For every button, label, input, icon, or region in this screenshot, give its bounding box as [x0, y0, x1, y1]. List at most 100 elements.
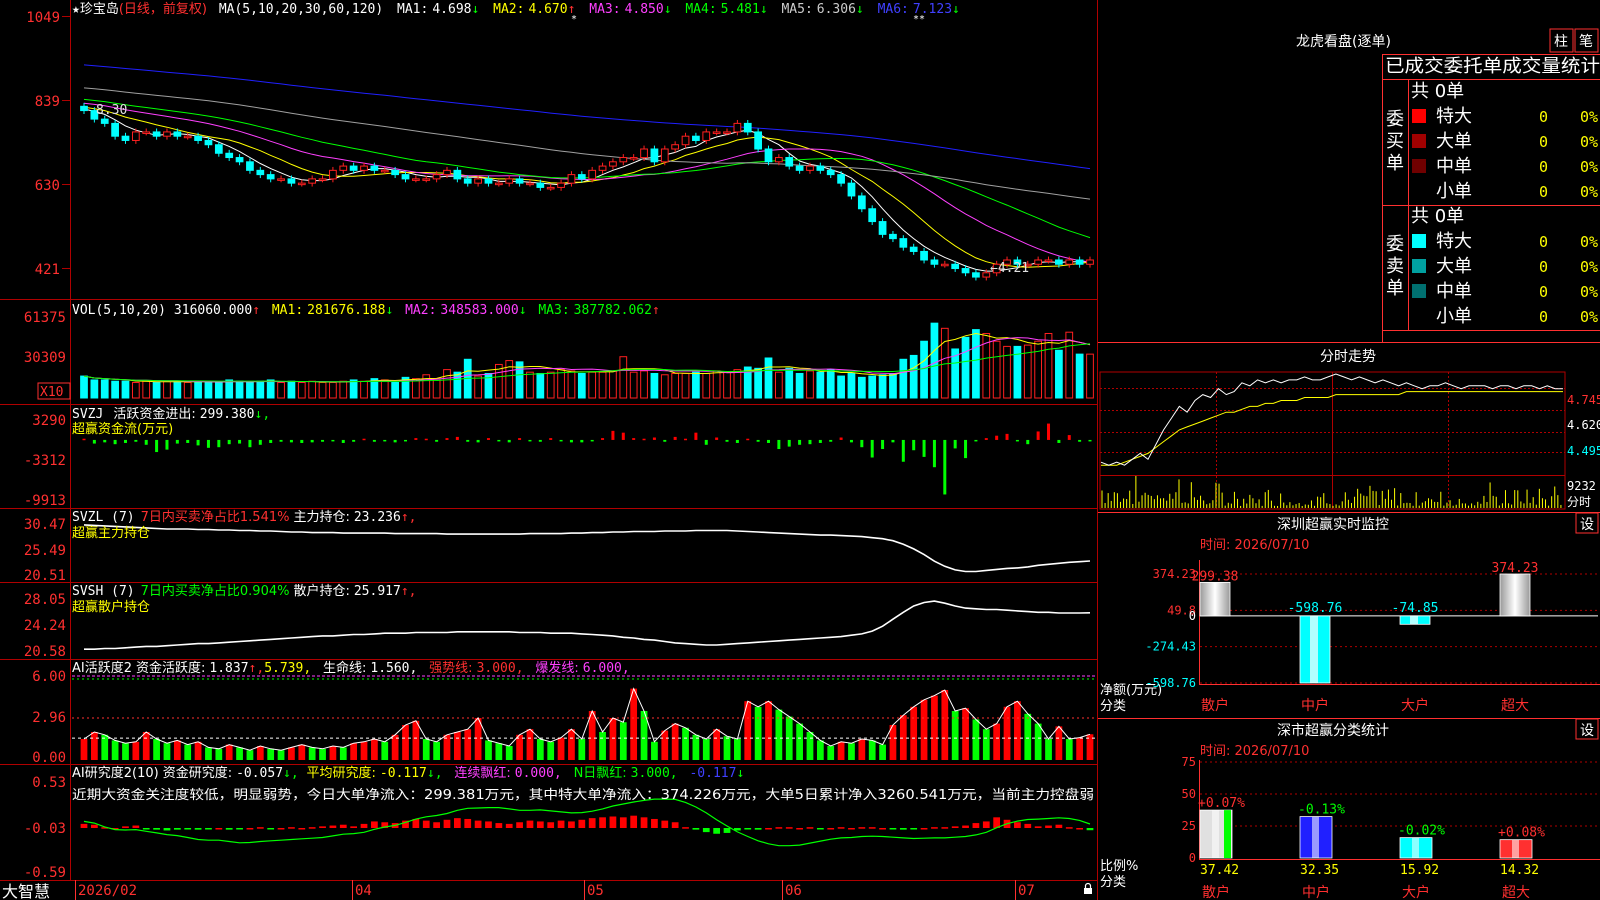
research-tick: -0.59	[24, 865, 66, 881]
candle-up	[380, 169, 389, 173]
outflow-bar	[103, 439, 107, 443]
row-pct: 0%	[1580, 283, 1598, 301]
outflow-bar	[269, 439, 273, 443]
research-bar	[1055, 824, 1063, 828]
research-bar	[495, 823, 503, 828]
classify-bar-chart: 75 50 25 0 +0.07% 37.42 散户 -0.13% 32.35 中户 -0.02% 1…	[1182, 755, 1598, 900]
outflow-bar	[974, 439, 978, 442]
ai-research-panel[interactable]: 0.53 -0.03 -0.59 AI研究度2(10) 资金研究度: -0.057↓…	[24, 765, 1094, 881]
research-bar	[485, 821, 492, 828]
inflow-bar	[601, 438, 605, 440]
candle-down	[930, 259, 939, 265]
period-label[interactable]: (日线，前复权)	[119, 1, 207, 17]
row-pct: 0%	[1580, 158, 1598, 176]
activity-bar	[899, 715, 907, 760]
row-count: 0	[1539, 108, 1548, 126]
svzl-header: SVZL (7) 7日内买卖净占比1.541% 主力持仓: 23.236↑,	[72, 509, 416, 525]
candle-up	[329, 169, 337, 180]
volume-bar-down	[868, 375, 877, 399]
intraday-panel[interactable]: 分时走势 4.745 4.620 4.495 9232 分时	[1098, 342, 1600, 510]
intraday-vol-label: 9232	[1567, 479, 1596, 493]
ai-label3: 生命线:	[323, 660, 366, 676]
outflow-bar	[912, 439, 916, 451]
research-bar	[173, 828, 181, 830]
volume-bar-up	[1034, 340, 1043, 399]
research-bar	[941, 827, 949, 829]
volume-bar-down	[391, 382, 400, 399]
research-bar	[464, 818, 472, 828]
classify-tick: 75	[1182, 755, 1196, 769]
sell-side-label: 委卖单	[1386, 234, 1404, 299]
row-pct: 0%	[1580, 233, 1598, 251]
dragon-title: 龙虎看盘(逐单)	[1296, 33, 1391, 50]
star-icon[interactable]: ★	[72, 2, 80, 17]
volume-bar-up	[1003, 345, 1011, 399]
vol-ma2-value: 348583.000	[440, 303, 518, 318]
research-bar	[816, 828, 824, 830]
candle-up	[360, 165, 368, 171]
monitor-panel[interactable]: 深圳超赢实时监控 设 时间: 2026/07/10 374.2349.80-27…	[1098, 512, 1600, 715]
research-name: AI研究度2(10)	[72, 765, 159, 781]
outflow-bar	[580, 439, 584, 443]
volume-bar-up	[567, 370, 576, 399]
dragon-tabs[interactable]: 已成交委托单成交量统计	[1385, 56, 1600, 77]
lock-icon[interactable]	[1084, 882, 1092, 895]
volume-bar-down	[837, 375, 845, 399]
svsh-tick: 24.24	[24, 618, 66, 634]
research-bar	[153, 828, 160, 830]
candle-up	[1086, 259, 1094, 265]
activity-bar	[163, 743, 171, 760]
candle-down	[577, 174, 586, 180]
outflow-bar	[165, 439, 169, 450]
classify-tick: 0	[1189, 851, 1196, 865]
svzl-panel[interactable]: 30.47 25.49 20.51 SVZL (7) 7日内买卖净占比1.541%…	[24, 509, 1091, 584]
research-bar	[505, 823, 513, 828]
candle-down	[1055, 259, 1063, 265]
brand-logo[interactable]: 大智慧	[2, 882, 50, 900]
volume-bar-down	[754, 367, 762, 399]
volume-ma-lines	[83, 332, 1091, 383]
activity-bar	[122, 743, 129, 760]
dragon-panel[interactable]: 龙虎看盘(逐单) 柱 笔 已成交委托单成交量统计 委买单 委卖单 共 0单 共 …	[1296, 28, 1600, 342]
svzl-tick: 30.47	[24, 517, 66, 533]
ma-line-ma3	[83, 102, 1091, 263]
research-bar	[920, 828, 928, 830]
research-bar	[516, 822, 523, 828]
inflow-bar	[715, 437, 719, 440]
activity-bar	[91, 732, 98, 760]
svsh-panel[interactable]: 28.05 24.24 20.58 SVSH (7) 7日内买卖净占比0.904%…	[24, 583, 1091, 660]
ai-activity-panel[interactable]: 6.00 2.96 0.00 AI活跃度2 资金活跃度: 1.837↑,5.739,…	[32, 660, 1095, 766]
candle-down	[692, 135, 700, 141]
outflow-bar	[777, 439, 781, 450]
research-bar	[205, 828, 212, 830]
volume-bar-down	[692, 371, 700, 399]
candle-up	[702, 131, 711, 141]
outflow-bar	[134, 439, 138, 442]
ai-value3: 1.560,	[370, 661, 417, 676]
research-bar	[319, 826, 326, 828]
activity-bar	[184, 744, 192, 760]
classify-panel[interactable]: 深市超赢分类统计 设 时间: 2026/07/10 75 50 25 0 +0.07% 3…	[1098, 718, 1600, 900]
research-bar	[827, 828, 835, 830]
volume-bar-up	[806, 370, 814, 399]
vol-ma2-label: MA2:	[405, 303, 436, 318]
date-axis[interactable]: 大智慧 2026/02 04 05 06 07	[2, 880, 1092, 900]
activity-bar	[723, 736, 731, 760]
volume-bar-down	[857, 376, 866, 399]
svzj-panel[interactable]: 3290 -3312 -9913 SVZJ 活跃资金进出: 299.380↓, 超赢…	[24, 406, 1092, 509]
stock-terminal: 1049 839 630 421 8.30 ←4.21 * ** ★珍宝岛(日线…	[0, 0, 1600, 900]
volume-bar-down	[650, 372, 659, 399]
candle-down	[868, 208, 877, 223]
volume-bar-up	[329, 382, 337, 399]
volume-bar-up	[318, 382, 327, 399]
price-panel[interactable]: 1049 839 630 421 8.30 ←4.21 * ** ★珍宝岛(日线…	[26, 1, 1094, 281]
chart-canvas[interactable]: 1049 839 630 421 8.30 ←4.21 * ** ★珍宝岛(日线…	[0, 0, 1600, 900]
vol-value: 316060.000	[174, 303, 252, 318]
ai-label5: 爆发线:	[535, 660, 578, 676]
volume-panel[interactable]: 61375 30309 X10 VOL(5,10,20) 316060.000↑ …	[24, 303, 1094, 400]
candle-down	[100, 118, 109, 124]
volume-bar-down	[826, 369, 835, 399]
svsh-header: SVSH (7) 7日内买卖净占比0.904% 散户持仓: 25.917↑,	[72, 583, 416, 599]
ma6-label: MA6:	[878, 2, 909, 17]
research-bar	[329, 825, 337, 828]
